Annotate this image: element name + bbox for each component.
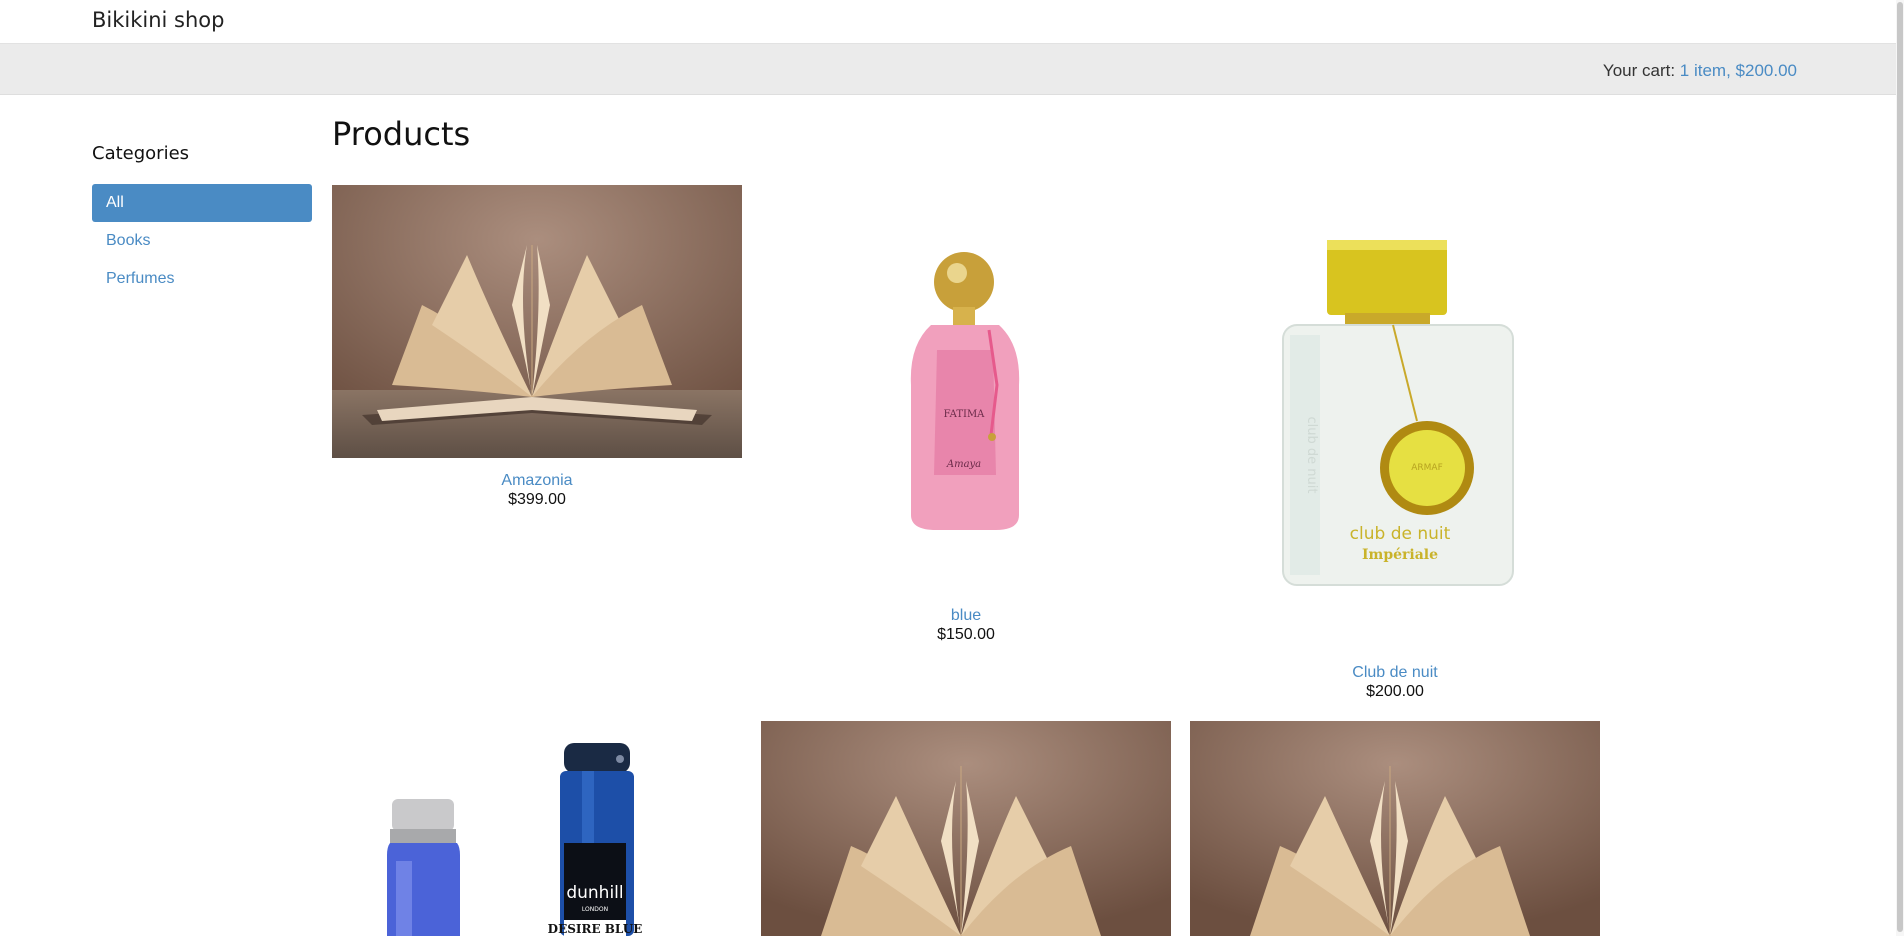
product-price: $200.00 [1366,683,1424,700]
product-name[interactable]: Amazonia [332,472,742,490]
page-title: Products [332,115,471,153]
product-price: $399.00 [508,491,566,508]
product-name[interactable]: blue [761,607,1171,625]
cart-bar: Your cart: 1 item, $200.00 [0,43,1904,95]
product-card: Amazonia $399.00 [332,185,742,515]
pink-bottle-label: FATIMA [944,409,986,420]
product-name[interactable]: Club de nuit [1190,664,1600,682]
desire-blue-label: DESIRE BLUE [548,922,643,936]
category-item-perfumes[interactable]: Perfumes [92,260,312,298]
product-card [761,721,1171,936]
product-card [1190,721,1600,936]
product-price: $150.00 [937,626,995,643]
product-image[interactable]: dunhill LONDON DESIRE BLUE [332,721,742,936]
category-item-books[interactable]: Books [92,222,312,260]
club-de-nuit-label: club de nuit [1350,524,1451,544]
london-label: LONDON [582,906,608,913]
cart-link[interactable]: 1 item, $200.00 [1680,61,1797,80]
top-navbar: Bikikini shop [0,0,1904,43]
vertical-scrollbar[interactable] [1896,0,1904,936]
cart-label: Your cart: [1602,61,1676,80]
categories-title: Categories [92,143,190,164]
product-card: ARMAF club de nuit Impériale club de nui… [1190,185,1600,705]
dunhill-label: dunhill [566,883,623,903]
category-item-all[interactable]: All [92,184,312,222]
product-card: FATIMA Amaya blue $150.00 [761,185,1171,645]
product-image[interactable] [761,721,1171,936]
product-image[interactable] [1190,721,1600,936]
club-de-nuit-side-label: club de nuit [1304,417,1319,494]
scrollbar-thumb[interactable] [1897,2,1903,932]
cart-summary: Your cart: 1 item, $200.00 [1603,61,1797,81]
product-image[interactable] [332,185,742,458]
shop-title[interactable]: Bikikini shop [92,8,224,32]
product-image[interactable]: FATIMA Amaya [761,185,1171,595]
pink-bottle-brand: Amaya [946,459,981,470]
product-image[interactable]: ARMAF club de nuit Impériale club de nui… [1190,185,1600,653]
product-card: dunhill LONDON DESIRE BLUE [332,721,742,936]
category-list: All Books Perfumes [92,184,312,298]
imperiale-label: Impériale [1362,547,1438,563]
armaf-medallion-text: ARMAF [1411,463,1443,473]
